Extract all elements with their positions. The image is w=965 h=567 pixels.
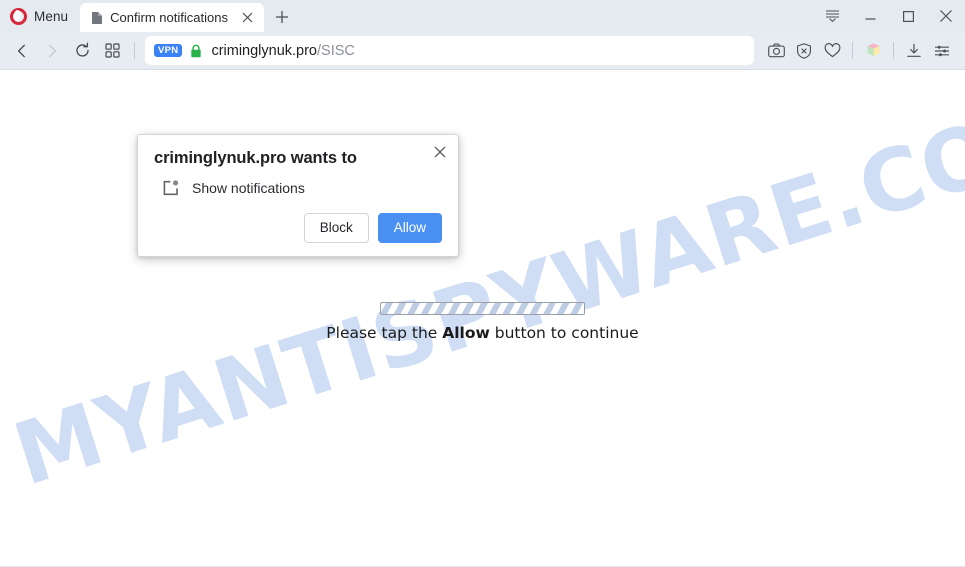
tab-list-chevron-icon[interactable] xyxy=(813,0,851,32)
page-document-icon xyxy=(91,11,103,25)
instruction-strong: Allow xyxy=(442,324,490,342)
url-text: criminglynuk.pro/SISC xyxy=(211,43,354,59)
permission-label: Show notifications xyxy=(192,180,305,196)
title-bar: Menu Confirm notifications xyxy=(0,0,965,32)
window-controls xyxy=(813,0,965,32)
url-host: criminglynuk.pro xyxy=(211,42,318,59)
show-notifications-icon xyxy=(162,179,180,197)
notification-permission-dialog: criminglynuk.pro wants to Show notificat… xyxy=(137,134,459,257)
url-path: /SISC xyxy=(317,42,355,59)
dialog-title: criminglynuk.pro wants to xyxy=(154,149,357,167)
back-chevron-icon[interactable] xyxy=(7,37,37,65)
snapshot-camera-icon[interactable] xyxy=(763,37,789,65)
tab-title: Confirm notifications xyxy=(110,10,228,25)
allow-button[interactable]: Allow xyxy=(377,213,442,243)
reload-icon[interactable] xyxy=(67,37,97,65)
grid-squares-icon[interactable] xyxy=(97,37,127,65)
instruction-prefix: Please tap the xyxy=(326,324,443,342)
toolbar-divider xyxy=(893,42,894,59)
heart-favorite-icon[interactable] xyxy=(819,37,845,65)
vpn-badge[interactable]: VPN xyxy=(154,43,183,58)
downloads-icon[interactable] xyxy=(901,37,927,65)
maximize-icon[interactable] xyxy=(889,0,927,32)
instruction-suffix: button to continue xyxy=(489,324,639,342)
easy-setup-sliders-icon[interactable] xyxy=(929,37,955,65)
navigation-bar: VPN criminglynuk.pro/SISC xyxy=(0,32,965,69)
address-bar[interactable]: VPN criminglynuk.pro/SISC xyxy=(145,36,754,65)
striped-progress-bar xyxy=(380,302,585,315)
pinboards-cube-icon[interactable] xyxy=(860,37,886,65)
instruction-text: Please tap the Allow button to continue xyxy=(0,324,965,342)
dialog-actions: Block Allow xyxy=(154,213,442,243)
block-button[interactable]: Block xyxy=(303,213,369,243)
minimize-icon[interactable] xyxy=(851,0,889,32)
tab-close-icon[interactable] xyxy=(236,7,258,29)
opera-logo-icon xyxy=(10,7,27,25)
toolbar-divider xyxy=(134,42,135,59)
page-center-block: Please tap the Allow button to continue xyxy=(0,302,965,342)
opera-menu-button[interactable]: Menu xyxy=(8,3,76,29)
browser-tab[interactable]: Confirm notifications xyxy=(80,3,265,32)
page-content: MYANTISPYWARE.COM Please tap the Allow b… xyxy=(0,69,965,567)
dialog-close-icon[interactable] xyxy=(430,142,450,162)
permission-row: Show notifications xyxy=(154,179,442,197)
opera-menu-label: Menu xyxy=(34,8,69,24)
ad-blocker-shield-icon[interactable] xyxy=(791,37,817,65)
browser-toolbar-icons xyxy=(762,37,956,65)
forward-chevron-icon xyxy=(37,37,67,65)
toolbar-divider xyxy=(852,42,853,59)
window-close-icon[interactable] xyxy=(927,0,965,32)
padlock-icon[interactable] xyxy=(190,43,203,58)
new-tab-button[interactable] xyxy=(271,6,293,28)
browser-window: Menu Confirm notifications VPN crimingly… xyxy=(0,0,965,567)
